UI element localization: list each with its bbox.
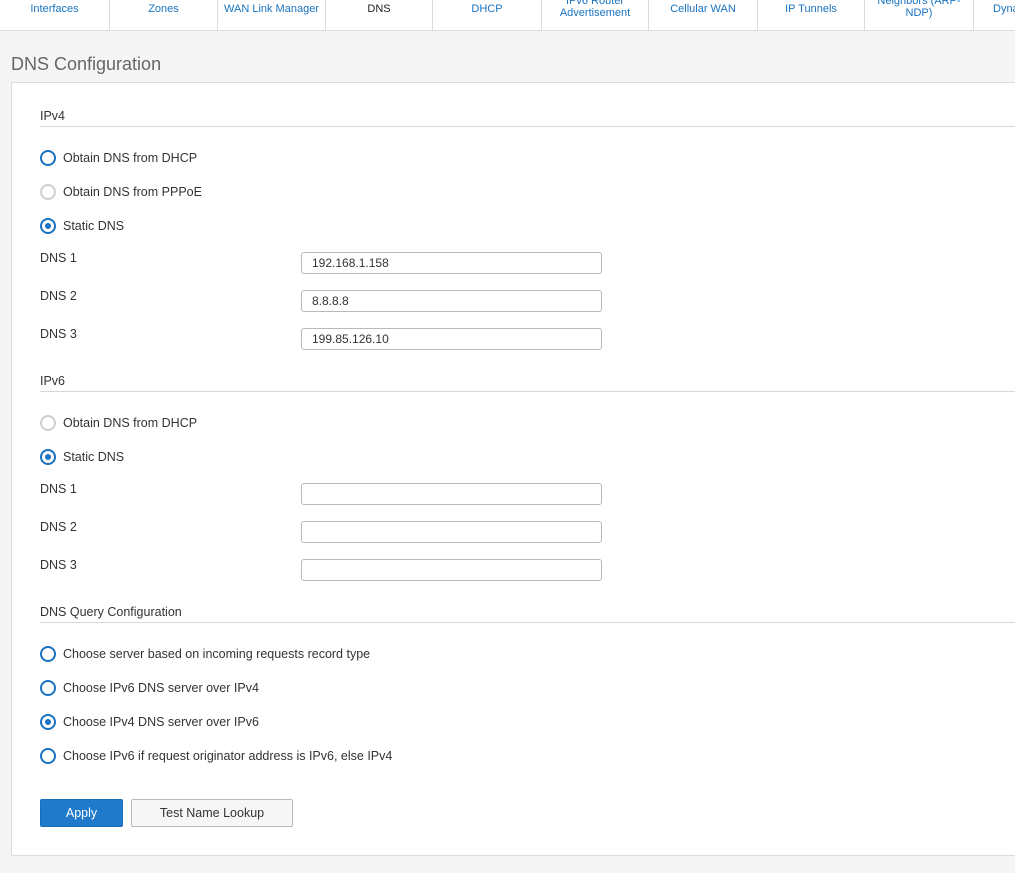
tab-wan-link-manager[interactable]: WAN Link Manager [218,0,326,30]
tab-neighbors[interactable]: Neighbors (ARP-NDP) [865,0,974,30]
radio-icon [40,646,56,662]
radio-label: Choose IPv4 DNS server over IPv6 [63,715,259,729]
tab-label: Zones [148,3,179,15]
tab-label: IP Tunnels [785,3,837,15]
radio-icon [40,150,56,166]
ipv4-divider [40,126,1015,127]
tab-bar: Interfaces Zones WAN Link Manager DNS DH… [0,0,1015,31]
ipv6-dns1-input[interactable] [301,483,602,505]
radio-label: Static DNS [63,450,125,464]
apply-button[interactable]: Apply [40,799,123,827]
ipv6-section-title: IPv6 [40,374,66,388]
radio-icon [40,415,56,431]
radio-label: Obtain DNS from DHCP [63,416,198,430]
tab-interfaces[interactable]: Interfaces [0,0,110,30]
tab-label: IPv6 Router Advertisement [559,0,631,19]
query-divider [40,622,1015,623]
radio-icon [40,218,56,234]
radio-icon [40,714,56,730]
radio-label: Obtain DNS from PPPoE [63,185,202,199]
tab-cellular-wan[interactable]: Cellular WAN [649,0,758,30]
ipv4-dns2-label: DNS 2 [40,289,77,303]
ipv4-dns1-label: DNS 1 [40,251,77,265]
ipv6-obtain-dhcp-radio[interactable]: Obtain DNS from DHCP [40,414,197,432]
test-name-lookup-button[interactable]: Test Name Lookup [131,799,293,827]
tab-label: Dyna [993,3,1015,15]
ipv6-dns2-label: DNS 2 [40,520,77,534]
ipv6-static-dns-radio[interactable]: Static DNS [40,448,124,466]
tab-dns[interactable]: DNS [326,0,433,30]
ipv6-dns3-label: DNS 3 [40,558,77,572]
tab-ipv6-router-advertisement[interactable]: IPv6 Router Advertisement [542,0,649,30]
query-originator-radio[interactable]: Choose IPv6 if request originator addres… [40,747,392,765]
radio-label: Choose IPv6 if request originator addres… [63,749,393,763]
query-section-title: DNS Query Configuration [40,605,182,619]
ipv4-dns1-input[interactable] [301,252,602,274]
ipv4-dns3-input[interactable] [301,328,602,350]
ipv6-divider [40,391,1015,392]
query-ipv6-over-ipv4-radio[interactable]: Choose IPv6 DNS server over IPv4 [40,679,259,697]
ipv6-dns2-input[interactable] [301,521,602,543]
radio-label: Obtain DNS from DHCP [63,151,198,165]
ipv6-dns1-label: DNS 1 [40,482,77,496]
tab-label: Cellular WAN [670,3,736,15]
tab-label: Neighbors (ARP-NDP) [877,0,961,19]
radio-label: Static DNS [63,219,125,233]
ipv6-dns3-input[interactable] [301,559,602,581]
tab-label: DNS [367,3,391,15]
tab-label: DHCP [471,3,503,15]
tab-ip-tunnels[interactable]: IP Tunnels [758,0,865,30]
query-record-type-radio[interactable]: Choose server based on incoming requests… [40,645,370,663]
ipv4-section-title: IPv4 [40,109,66,123]
radio-icon [40,680,56,696]
ipv4-obtain-dhcp-radio[interactable]: Obtain DNS from DHCP [40,149,197,167]
radio-icon [40,184,56,200]
radio-icon [40,748,56,764]
radio-icon [40,449,56,465]
radio-label: Choose server based on incoming requests… [63,647,371,661]
tab-zones[interactable]: Zones [110,0,218,30]
tab-label: Interfaces [30,3,79,15]
ipv4-dns3-label: DNS 3 [40,327,77,341]
radio-label: Choose IPv6 DNS server over IPv4 [63,681,259,695]
ipv4-obtain-pppoe-radio[interactable]: Obtain DNS from PPPoE [40,183,202,201]
ipv4-dns2-input[interactable] [301,290,602,312]
tab-dhcp[interactable]: DHCP [433,0,542,30]
tab-dyna[interactable]: Dyna [974,0,1015,30]
tab-label: WAN Link Manager [224,3,319,15]
query-ipv4-over-ipv6-radio[interactable]: Choose IPv4 DNS server over IPv6 [40,713,259,731]
ipv4-static-dns-radio[interactable]: Static DNS [40,217,124,235]
page-title: DNS Configuration [11,54,162,74]
